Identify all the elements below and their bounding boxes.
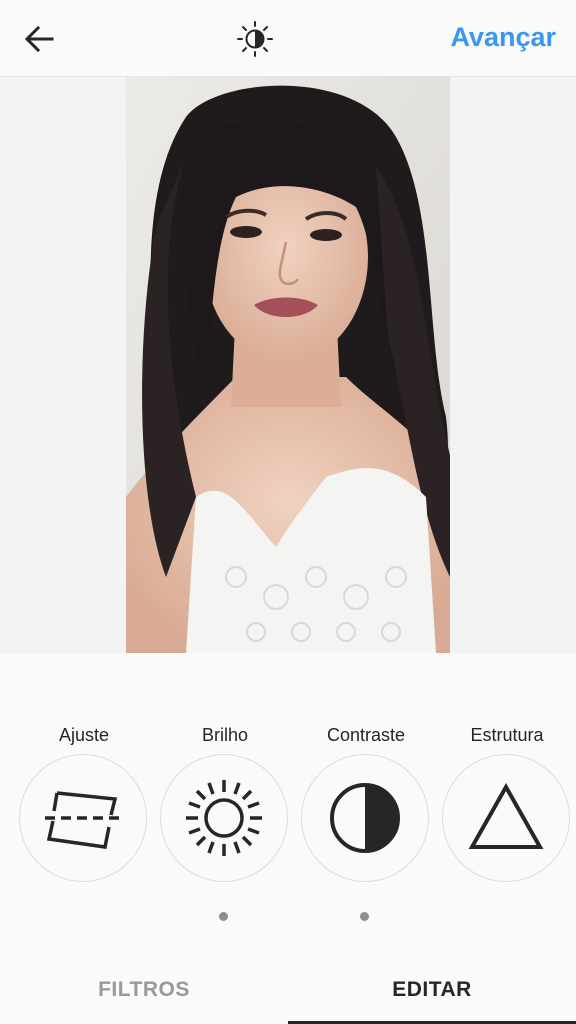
tool-brightness[interactable]: Brilho bbox=[160, 720, 290, 890]
next-button[interactable]: Avançar bbox=[450, 22, 556, 53]
tool-brightness-button[interactable] bbox=[160, 754, 288, 882]
tab-filters[interactable]: FILTROS bbox=[0, 955, 288, 1024]
tab-edit[interactable]: EDITAR bbox=[288, 955, 576, 1024]
back-arrow-icon bbox=[24, 25, 54, 53]
tool-adjust[interactable]: Ajuste bbox=[19, 720, 149, 890]
tool-structure[interactable]: Estrutura bbox=[442, 720, 572, 890]
selfie-photo bbox=[126, 77, 450, 653]
tool-structure-button[interactable] bbox=[442, 754, 570, 882]
contrast-adjusted-dot bbox=[360, 912, 369, 921]
top-bar: Avançar bbox=[0, 0, 576, 77]
lux-button[interactable] bbox=[236, 20, 274, 58]
adjust-icon bbox=[45, 791, 119, 849]
tool-label: Brilho bbox=[201, 725, 249, 745]
edited-photo[interactable] bbox=[126, 77, 450, 653]
tool-label: Contraste bbox=[326, 725, 406, 745]
contrast-icon bbox=[330, 783, 400, 853]
edit-tools-row: Ajuste Brilho Contraste Estrutura bbox=[0, 720, 576, 890]
brightness-adjusted-dot bbox=[219, 912, 228, 921]
tool-label: Estrutura bbox=[470, 725, 544, 745]
lux-icon bbox=[237, 21, 273, 57]
tool-adjust-button[interactable] bbox=[19, 754, 147, 882]
tool-contrast[interactable]: Contraste bbox=[301, 720, 431, 890]
tab-edit-label: EDITAR bbox=[392, 977, 472, 1001]
brightness-icon bbox=[186, 780, 262, 856]
tool-contrast-button[interactable] bbox=[301, 754, 429, 882]
bottom-tabs: FILTROS EDITAR bbox=[0, 955, 576, 1024]
photo-preview-area bbox=[0, 77, 576, 653]
tool-label: Ajuste bbox=[58, 725, 110, 745]
back-button[interactable] bbox=[20, 20, 58, 58]
structure-icon bbox=[468, 783, 544, 849]
